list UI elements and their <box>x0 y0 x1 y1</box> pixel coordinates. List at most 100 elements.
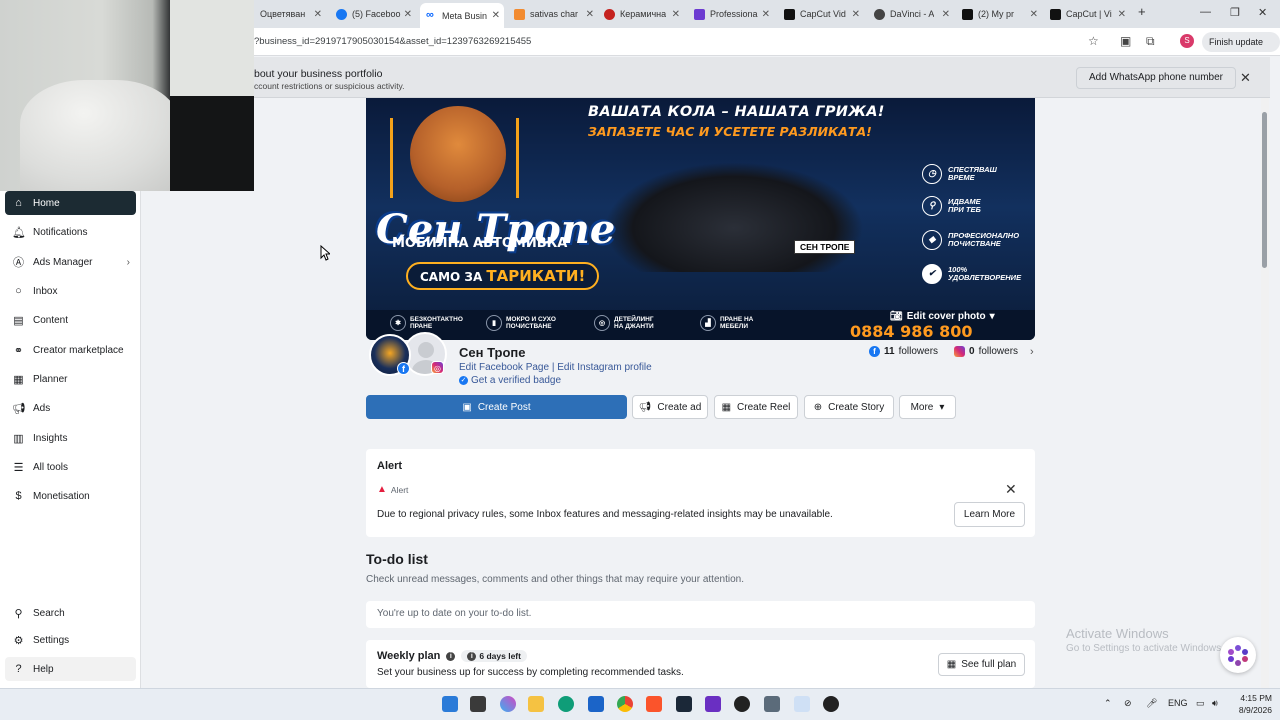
browser-tab[interactable]: Professiona ✕ <box>688 4 774 24</box>
clock-icon: ◷ <box>922 164 942 184</box>
create-ad-button[interactable]: 📢︎ Create ad <box>632 395 708 419</box>
volume-icon[interactable]: 🔊︎ <box>1212 698 1218 709</box>
edit-cover-photo-button[interactable]: 📷︎ Edit cover photo ▾ <box>890 307 995 325</box>
network-icon[interactable]: ⊘ <box>1124 698 1132 709</box>
task-view-icon[interactable] <box>470 696 486 712</box>
close-icon[interactable]: ✕ <box>942 9 950 20</box>
scroll-thumb[interactable] <box>1262 112 1267 268</box>
steam-icon[interactable] <box>676 696 692 712</box>
caret-down-icon: ▾ <box>939 401 945 413</box>
close-window-icon[interactable]: ✕ <box>1258 6 1267 19</box>
info-icon: i <box>467 651 477 661</box>
profile-avatar[interactable]: S <box>1180 34 1194 48</box>
wallet-icon[interactable]: ▣ <box>1120 34 1131 48</box>
weekly-plan-subtitle: Set your business up for success by comp… <box>377 667 684 678</box>
minimize-icon[interactable]: — <box>1200 6 1211 18</box>
sidebar-item-ads-manager[interactable]: Ⓐ Ads Manager › <box>5 250 136 274</box>
assistant-button[interactable] <box>1220 637 1256 673</box>
browser-tab[interactable]: Керамична ✕ <box>598 4 684 24</box>
maximize-icon[interactable]: ❐ <box>1230 6 1240 19</box>
close-icon[interactable]: ✕ <box>1240 70 1251 86</box>
create-story-button[interactable]: ⊕ Create Story <box>804 395 894 419</box>
obs-icon[interactable] <box>734 696 750 712</box>
handshake-icon: ⚭ <box>13 344 24 357</box>
close-icon[interactable]: ✕ <box>1118 9 1126 20</box>
close-icon[interactable]: ✕ <box>672 9 680 20</box>
browser-tab-active[interactable]: ∞ Meta Busin ✕ <box>420 3 504 28</box>
edit-profile-links[interactable]: Edit Facebook Page | Edit Instagram prof… <box>459 362 652 373</box>
app-icon[interactable] <box>794 696 810 712</box>
brave-icon[interactable] <box>646 696 662 712</box>
store-icon[interactable] <box>588 696 604 712</box>
chart-icon: ▥ <box>13 432 24 445</box>
media-player-icon[interactable] <box>823 696 839 712</box>
close-icon[interactable]: ✕ <box>852 9 860 20</box>
instagram-followers[interactable]: 0 followers <box>954 346 1018 357</box>
file-explorer-icon[interactable] <box>528 696 544 712</box>
verified-badge-link[interactable]: ✓ Get a verified badge <box>459 375 561 386</box>
browser-tab[interactable]: CapCut | Vi ✕ <box>1044 4 1130 24</box>
sidebar-item-inbox[interactable]: ○ Inbox <box>5 279 136 303</box>
site-icon <box>874 8 885 20</box>
sidebar-item-insights[interactable]: ▥ Insights <box>5 426 136 450</box>
car-illustration <box>604 162 864 272</box>
sidebar-item-all-tools[interactable]: ☰ All tools <box>5 455 136 479</box>
facebook-followers[interactable]: f 11 followers <box>869 346 938 357</box>
chrome-icon[interactable] <box>617 696 633 712</box>
close-icon[interactable]: ✕ <box>1030 9 1038 20</box>
create-post-button[interactable]: ▣ Create Post <box>366 395 627 419</box>
browser-tab[interactable]: CapCut Vid ✕ <box>778 4 864 24</box>
new-tab-icon[interactable]: + <box>1138 4 1146 19</box>
edge-icon[interactable] <box>558 696 574 712</box>
sidebar-item-home[interactable]: ⌂ Home <box>5 191 136 215</box>
sidebar-item-search[interactable]: ⚲ Search <box>5 601 136 625</box>
star-icon[interactable]: ☆ <box>1088 34 1099 48</box>
browser-tab[interactable]: sativas char ✕ <box>508 4 598 24</box>
browser-tab[interactable]: (5) Faceboo ✕ <box>330 4 416 24</box>
app-icon[interactable] <box>705 696 721 712</box>
banner-subtitle: ccount restrictions or suspicious activi… <box>254 81 405 91</box>
add-whatsapp-button[interactable]: Add WhatsApp phone number <box>1076 67 1236 89</box>
browser-tab[interactable]: (2) My pr ✕ <box>956 4 1042 24</box>
close-icon[interactable]: ✕ <box>492 10 500 21</box>
browser-tab[interactable]: DaVinci - A ✕ <box>868 4 954 24</box>
sidebar-item-ads[interactable]: 📢︎ Ads <box>5 396 136 420</box>
extensions-icon[interactable]: ⧉ <box>1146 34 1155 49</box>
browser-tab[interactable]: Оцветяван ✕ <box>254 4 326 24</box>
copilot-icon[interactable] <box>500 696 516 712</box>
create-reel-button[interactable]: ▦ Create Reel <box>714 395 798 419</box>
see-full-plan-button[interactable]: ▦ See full plan <box>938 653 1025 676</box>
close-icon[interactable]: ✕ <box>404 9 412 20</box>
close-icon[interactable]: ✕ <box>314 9 322 20</box>
camera-icon: 📷︎ <box>890 310 903 322</box>
info-icon[interactable]: i <box>446 651 456 661</box>
sidebar-item-planner[interactable]: ▦ Planner <box>5 367 136 391</box>
url-field[interactable]: ?business_id=2919717905030154&asset_id=1… <box>254 36 531 47</box>
close-icon[interactable]: ✕ <box>1005 481 1017 498</box>
taskbar-clock[interactable]: 4:15 PM 8/9/2026 <box>1228 692 1272 716</box>
sidebar-item-settings[interactable]: ⚙ Settings <box>5 628 136 652</box>
chevron-up-icon[interactable]: ⌃ <box>1104 698 1112 709</box>
close-icon[interactable]: ✕ <box>762 9 770 20</box>
more-button[interactable]: More ▾ <box>899 395 956 419</box>
close-icon[interactable]: ✕ <box>586 9 594 20</box>
sidebar-item-creator-marketplace[interactable]: ⚭ Creator marketplace <box>5 338 136 362</box>
capcut-icon <box>1050 8 1061 20</box>
snipping-tool-icon[interactable] <box>764 696 780 712</box>
help-icon: ? <box>15 663 22 675</box>
page-title: Сен Тропе <box>459 345 526 360</box>
finish-update-button[interactable]: Finish update ⋮ <box>1202 32 1280 67</box>
microphone-icon[interactable]: 🎤︎ <box>1146 698 1157 709</box>
language-indicator[interactable]: ENG <box>1168 698 1188 708</box>
sidebar-item-monetisation[interactable]: $ Monetisation <box>5 484 136 508</box>
cover-feature: ✔ 100% УДОВЛЕТВОРЕНИЕ <box>922 264 1021 284</box>
monitor-icon[interactable]: ▭ <box>1196 698 1205 709</box>
windows-start-icon[interactable] <box>442 696 458 712</box>
sidebar-item-notifications[interactable]: 🔔︎ Notifications <box>5 220 136 244</box>
sidebar-item-help[interactable]: ? Help <box>5 657 136 681</box>
sidebar-item-content[interactable]: ▤ Content <box>5 308 136 332</box>
meta-icon: ∞ <box>426 9 434 21</box>
chevron-right-icon[interactable]: › <box>1030 346 1034 358</box>
capcut-icon <box>962 8 973 20</box>
learn-more-button[interactable]: Learn More <box>954 502 1025 527</box>
